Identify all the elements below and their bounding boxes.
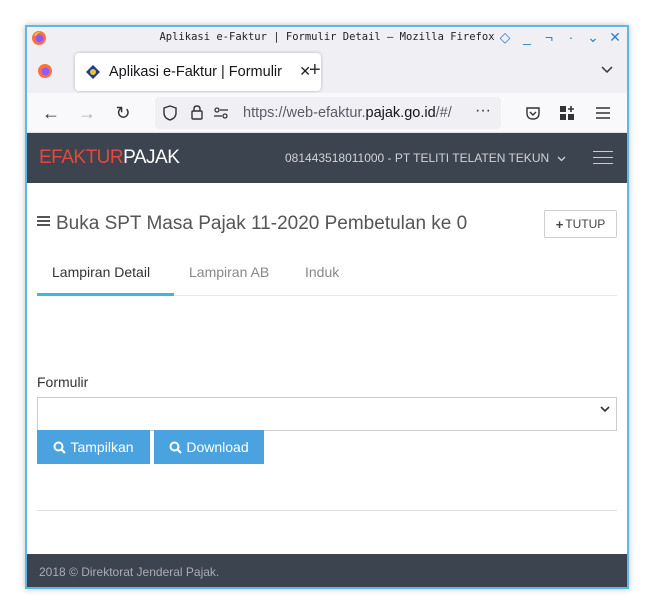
tab-lampiran-ab[interactable]: Lampiran AB	[189, 264, 269, 280]
permissions-icon[interactable]	[213, 106, 229, 125]
close-window-icon[interactable]: ✕	[607, 29, 623, 45]
detail-tabs: Lampiran Detail Lampiran AB Induk	[37, 256, 617, 296]
url-text[interactable]: https://web-efaktur.pajak.go.id/#/	[243, 105, 475, 121]
active-tab-indicator	[37, 293, 174, 296]
shade-icon[interactable]: ⌄	[585, 29, 601, 45]
formulir-select[interactable]	[37, 397, 617, 431]
menu-icon[interactable]	[591, 101, 615, 125]
title-bar: Aplikasi e-Faktur | Formulir Detail — Mo…	[27, 27, 627, 49]
firefox-view-icon[interactable]	[37, 63, 53, 84]
formulir-label: Formulir	[37, 374, 89, 390]
tab-lampiran-detail[interactable]: Lampiran Detail	[52, 264, 150, 280]
minimize-icon[interactable]: _	[519, 29, 535, 45]
app-footer: 2018 © Direktorat Jenderal Pajak.	[27, 554, 627, 587]
tab-strip: Aplikasi e-Faktur | Formulir Detail ✕ +	[27, 49, 627, 93]
dot-icon[interactable]: ·	[563, 29, 579, 45]
brand-logo[interactable]: EFAKTURPAJAK	[39, 147, 180, 169]
extensions-icon[interactable]	[555, 101, 579, 125]
hamburger-icon[interactable]	[593, 151, 613, 169]
search-icon	[169, 441, 183, 454]
navigation-bar: ← → ↻ https://web-efaktur.pajak.go.id/#/…	[27, 93, 627, 133]
reload-icon[interactable]: ↻	[111, 101, 135, 125]
user-menu-label: 081443518011000 - PT TELITI TELATEN TEKU…	[285, 151, 550, 165]
shield-icon[interactable]	[163, 105, 177, 126]
forward-icon[interactable]: →	[75, 101, 99, 125]
window-controls: ◇ _ ¬ · ⌄ ✕	[497, 29, 623, 45]
footer-text: 2018 © Direktorat Jenderal Pajak.	[39, 565, 220, 579]
close-button[interactable]: + TUTUP	[544, 210, 617, 238]
browser-tab[interactable]: Aplikasi e-Faktur | Formulir Detail ✕	[75, 53, 321, 91]
search-icon	[53, 441, 67, 454]
app-header: EFAKTURPAJAK 081443518011000 - PT TELITI…	[27, 133, 627, 183]
tab-title: Aplikasi e-Faktur | Formulir Detail	[109, 64, 287, 80]
pocket-icon[interactable]	[521, 101, 545, 125]
url-bar[interactable]: https://web-efaktur.pajak.go.id/#/ ···	[155, 97, 501, 129]
chevron-down-icon	[557, 156, 565, 162]
download-button[interactable]: Download	[154, 430, 264, 464]
tab-induk[interactable]: Induk	[305, 264, 339, 280]
djp-favicon-icon	[85, 64, 101, 80]
tampilkan-button[interactable]: Tampilkan	[37, 430, 150, 464]
list-tabs-icon[interactable]	[601, 61, 613, 79]
maximize-icon[interactable]: ¬	[541, 29, 557, 45]
page-title: Buka SPT Masa Pajak 11-2020 Pembetulan k…	[37, 213, 467, 235]
back-icon[interactable]: ←	[39, 101, 63, 125]
divider	[37, 510, 617, 511]
page-actions-icon[interactable]: ···	[475, 102, 491, 120]
bars-icon	[37, 215, 50, 228]
user-menu[interactable]: 081443518011000 - PT TELITI TELATEN TEKU…	[285, 151, 566, 165]
keep-above-icon[interactable]: ◇	[497, 29, 513, 45]
new-tab-icon[interactable]: +	[309, 59, 321, 82]
plus-icon: +	[555, 216, 564, 232]
browser-window: Aplikasi e-Faktur | Formulir Detail — Mo…	[25, 25, 629, 589]
chevron-down-icon	[600, 406, 610, 413]
page-title-text: Buka SPT Masa Pajak 11-2020 Pembetulan k…	[56, 213, 468, 234]
lock-icon[interactable]	[191, 104, 203, 125]
